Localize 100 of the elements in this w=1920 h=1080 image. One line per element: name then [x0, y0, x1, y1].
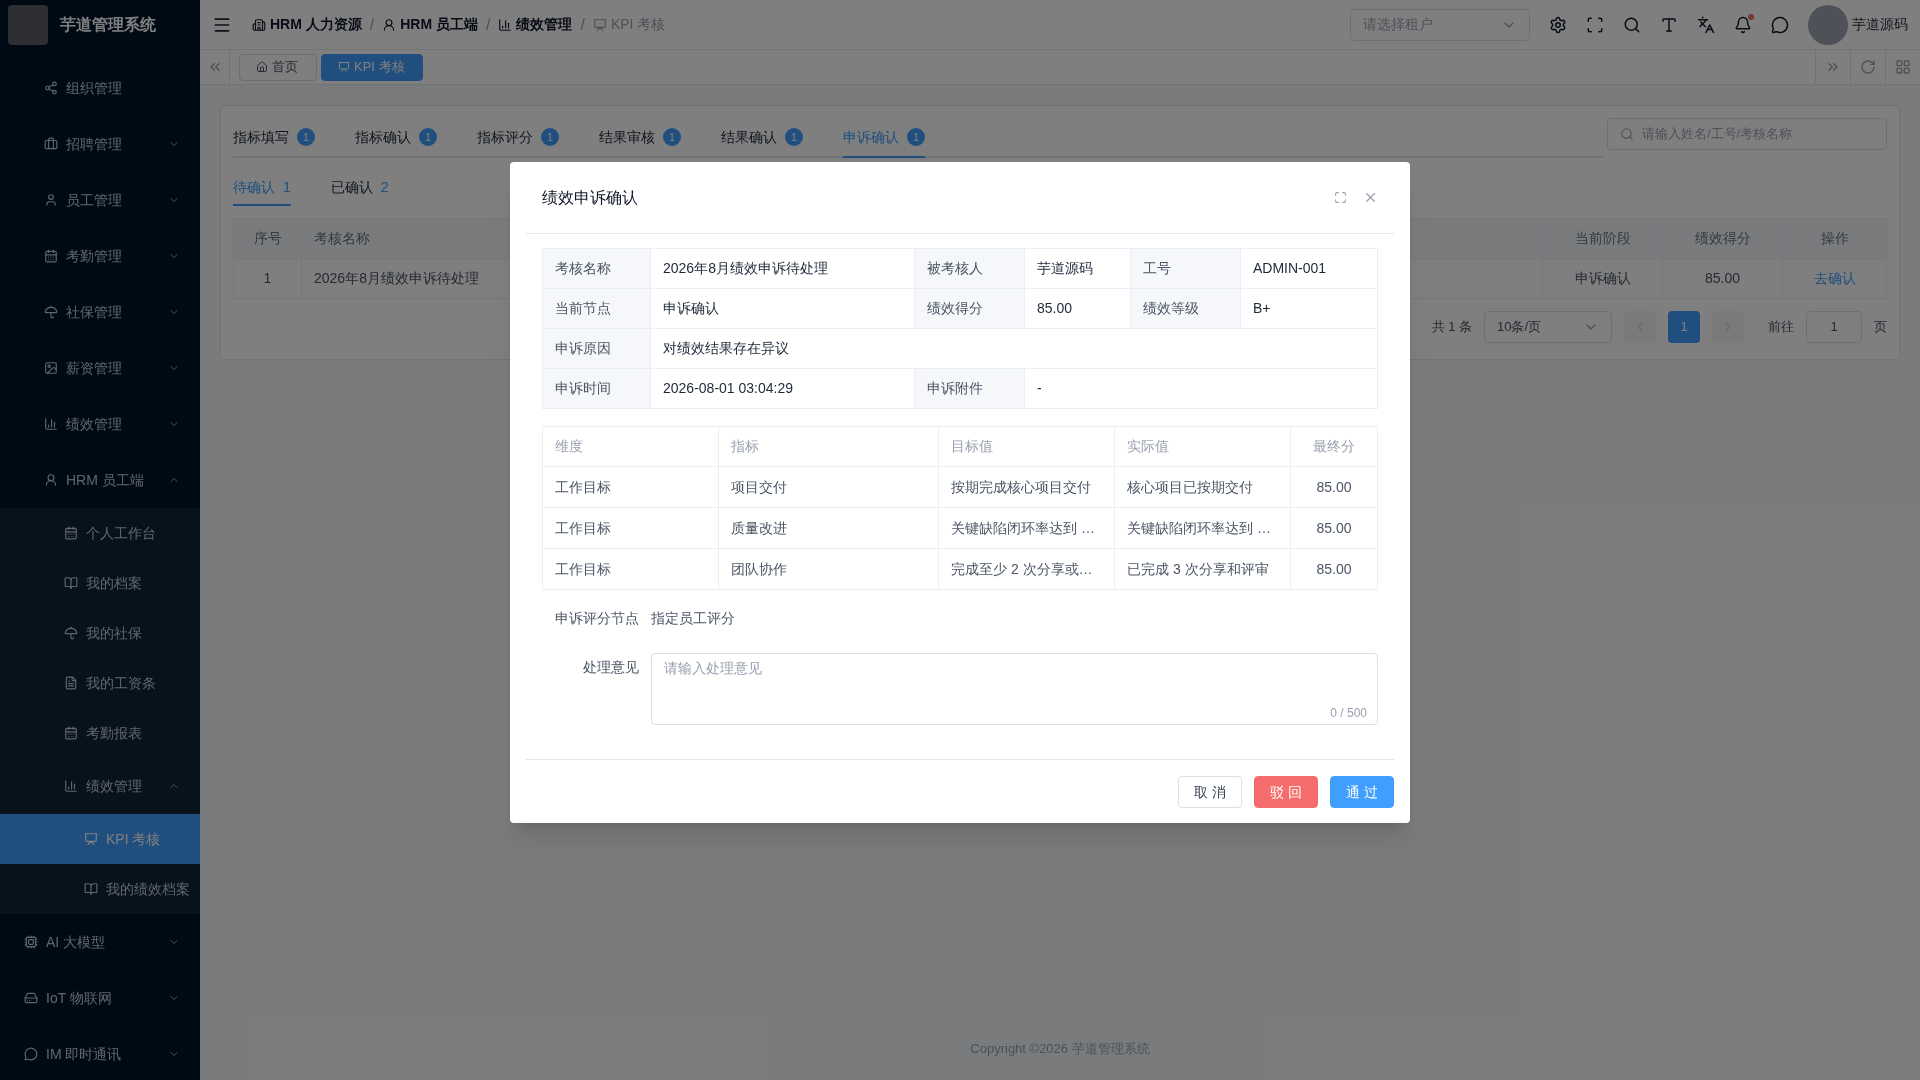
page-tab[interactable]: KPI 考核 — [321, 53, 423, 81]
menu-item[interactable]: 我的社保 — [0, 608, 200, 658]
translate-icon[interactable] — [1697, 15, 1715, 34]
stage-tab[interactable]: 结果审核 1 — [599, 118, 681, 158]
menu-item[interactable]: 我的绩效档案 — [0, 864, 200, 914]
page-button[interactable]: 1 — [1668, 311, 1700, 343]
table-cell: 完成至少 2 次分享或… — [938, 548, 1115, 590]
close-icon[interactable] — [1363, 190, 1378, 205]
column-header: 序号 — [233, 218, 302, 259]
dialog-title: 绩效申诉确认 — [542, 187, 638, 208]
stage-tab[interactable]: 申诉确认 1 — [843, 118, 925, 158]
column-header: 最终分 — [1290, 426, 1378, 467]
count-badge: 1 — [663, 128, 681, 146]
maximize-icon[interactable] — [1334, 191, 1347, 204]
table-cell: 85.00 — [1290, 548, 1378, 590]
table-cell: 团队协作 — [718, 548, 939, 590]
detail-value: 2026-08-01 03:04:29 — [650, 368, 915, 409]
detail-label: 当前节点 — [542, 288, 651, 329]
notification-icon[interactable] — [1734, 15, 1752, 34]
detail-label: 绩效得分 — [914, 288, 1025, 329]
stage-tab[interactable]: 指标填写 1 — [233, 118, 315, 158]
fullscreen-icon[interactable] — [1586, 15, 1604, 34]
grid-icon[interactable] — [1895, 59, 1911, 75]
status-tab[interactable]: 待确认 1 — [233, 170, 291, 206]
dialog-button[interactable]: 取 消 — [1178, 776, 1242, 808]
form-value: 指定员工评分 — [651, 608, 735, 628]
avatar[interactable] — [1808, 4, 1848, 45]
refresh-icon[interactable] — [1860, 59, 1876, 75]
confirm-link[interactable]: 去确认 — [1813, 270, 1856, 286]
form-label: 申诉评分节点 — [554, 608, 640, 628]
breadcrumb-icon — [252, 17, 266, 32]
menu-item[interactable]: 薪资管理 — [0, 340, 200, 396]
detail-value: 对绩效结果存在异议 — [650, 328, 1378, 369]
presentation-icon — [338, 61, 350, 73]
menu-item[interactable]: 组织管理 — [0, 60, 200, 116]
page-tab[interactable]: 首页 — [239, 53, 317, 81]
count-badge: 1 — [907, 128, 925, 146]
detail-label: 申诉时间 — [542, 368, 651, 409]
column-header: 维度 — [542, 426, 719, 467]
stage-tab[interactable]: 指标评分 1 — [477, 118, 559, 158]
table-cell: 关键缺陷闭环率达到 … — [1114, 507, 1291, 549]
menu-item[interactable]: IoT 物联网 — [0, 970, 200, 1026]
font-size-icon[interactable] — [1660, 15, 1678, 34]
detail-value: ADMIN-001 — [1240, 248, 1378, 289]
menu-item[interactable]: 我的档案 — [0, 558, 200, 608]
stage-tab[interactable]: 指标确认 1 — [355, 118, 437, 158]
detail-value: 2026年8月绩效申诉待处理 — [650, 248, 915, 289]
breadcrumb-link[interactable]: HRM 员工端 — [400, 14, 478, 35]
table-cell: 质量改进 — [718, 507, 939, 549]
page-size-select[interactable]: 10条/页 — [1484, 311, 1612, 343]
dialog-button[interactable]: 驳 回 — [1254, 776, 1318, 808]
menu-item[interactable]: 考勤报表 — [0, 708, 200, 758]
breadcrumb-icon — [498, 17, 513, 32]
breadcrumb-separator: / — [486, 14, 491, 35]
breadcrumb-link[interactable]: 绩效管理 — [516, 14, 573, 35]
menu-item[interactable]: 个人工作台 — [0, 508, 200, 558]
detail-value: 芋道源码 — [1024, 248, 1131, 289]
home-icon — [256, 61, 268, 73]
column-header: 当前阶段 — [1542, 218, 1663, 259]
opinion-field[interactable]: 请输入处理意见 0 / 500 — [651, 653, 1378, 725]
menu-item[interactable]: 考勤管理 — [0, 228, 200, 284]
table-cell: 85.00 — [1662, 258, 1783, 299]
menu-item[interactable]: 绩效管理 — [0, 396, 200, 452]
table-cell: 已完成 3 次分享和评审 — [1114, 548, 1291, 590]
form-label: 处理意见 — [582, 658, 640, 677]
menu-item[interactable]: 我的工资条 — [0, 658, 200, 708]
detail-value: - — [1024, 368, 1378, 409]
detail-value: 85.00 — [1024, 288, 1131, 329]
detail-label: 工号 — [1130, 248, 1241, 289]
menu-item[interactable]: 员工管理 — [0, 172, 200, 228]
table-cell: 85.00 — [1290, 507, 1378, 549]
table-cell: 工作目标 — [542, 507, 719, 549]
status-tab[interactable]: 已确认 2 — [330, 170, 389, 206]
dialog-button[interactable]: 通 过 — [1330, 776, 1394, 808]
menu-item[interactable]: 绩效管理 — [0, 758, 200, 814]
table-cell: 工作目标 — [542, 548, 719, 590]
detail-value: 申诉确认 — [650, 288, 915, 329]
menu-item[interactable]: 招聘管理 — [0, 116, 200, 172]
search-icon[interactable] — [1623, 15, 1641, 34]
count-badge: 1 — [785, 128, 803, 146]
user-name[interactable]: 芋道源码 — [1852, 14, 1908, 35]
char-counter: 0 / 500 — [1330, 705, 1367, 722]
stage-tab[interactable]: 结果确认 1 — [721, 118, 803, 158]
table-cell: 1 — [233, 258, 302, 299]
detail-label: 考核名称 — [542, 248, 651, 289]
app-title: 芋道管理系统 — [60, 15, 156, 35]
column-header: 目标值 — [938, 426, 1115, 467]
chat-icon[interactable] — [1771, 15, 1789, 34]
menu-item[interactable]: HRM 员工端 — [0, 452, 200, 508]
menu-item[interactable]: KPI 考核 — [0, 814, 200, 864]
breadcrumb-link[interactable]: HRM 人力资源 — [270, 14, 362, 35]
menu-item[interactable]: AI 大模型 — [0, 914, 200, 970]
menu-item[interactable]: IM 即时通讯 — [0, 1026, 200, 1080]
settings-icon[interactable] — [1549, 15, 1567, 34]
detail-label: 被考核人 — [914, 248, 1025, 289]
menu-item[interactable]: 社保管理 — [0, 284, 200, 340]
breadcrumb-icon — [382, 17, 397, 32]
goto-field[interactable]: 1 — [1806, 311, 1862, 343]
count-badge: 1 — [541, 128, 559, 146]
table-cell: 按期完成核心项目交付 — [938, 466, 1115, 508]
